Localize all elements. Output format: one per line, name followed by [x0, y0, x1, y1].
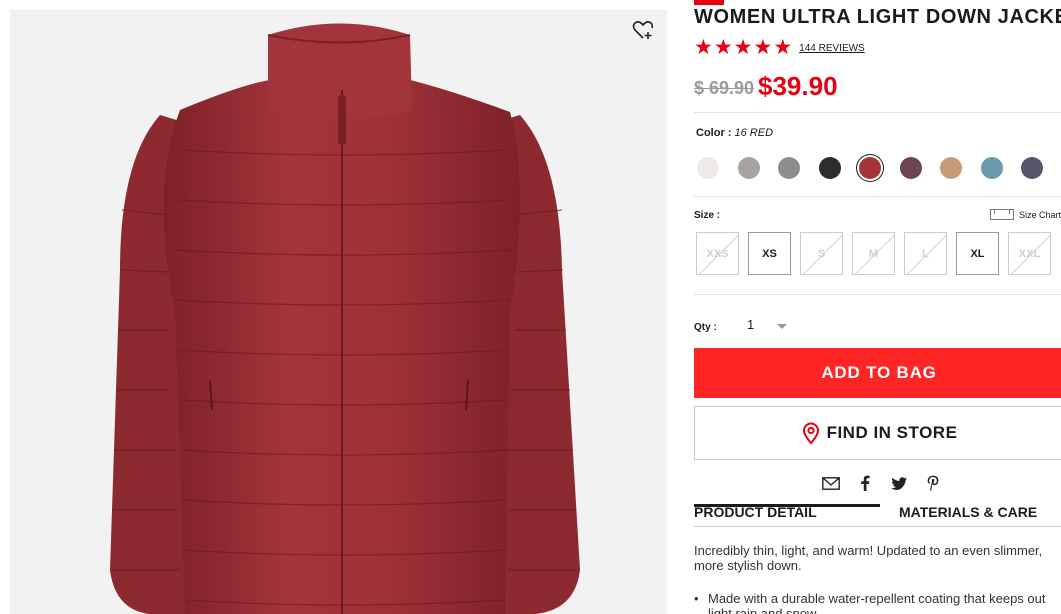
product-info-panel: WOMEN ULTRA LIGHT DOWN JACKET ★ ★ ★ ★ ★ …	[694, 0, 1061, 614]
sale-price: $39.90	[758, 71, 838, 101]
qty-label: Qty :	[694, 322, 717, 333]
feature-bullet: Made with a durable water-repellent coat…	[694, 591, 1061, 614]
color-swatches	[697, 155, 1057, 181]
selected-color: 16 RED	[734, 127, 774, 139]
color-swatch[interactable]	[1021, 157, 1043, 179]
ruler-icon	[990, 209, 1014, 220]
product-description: Incredibly thin, light, and warm! Update…	[694, 543, 1043, 573]
size-option-m[interactable]: M	[852, 232, 895, 275]
qty-select[interactable]: 1	[747, 317, 797, 337]
chevron-down-icon	[777, 324, 787, 329]
reviews-link[interactable]: 144 REVIEWS	[799, 43, 865, 54]
original-price: $ 69.90	[694, 78, 755, 98]
size-option-xs[interactable]: XS	[748, 232, 791, 275]
size-chart-label: Size Chart	[1019, 209, 1061, 220]
add-to-bag-button[interactable]: ADD TO BAG	[694, 348, 1061, 398]
product-title: WOMEN ULTRA LIGHT DOWN JACKET	[694, 6, 1061, 28]
qty-value: 1	[747, 317, 755, 332]
star-icon: ★	[713, 36, 733, 59]
color-swatch[interactable]	[778, 157, 800, 179]
size-option-xl[interactable]: XL	[956, 232, 999, 275]
size-option-s[interactable]: S	[800, 232, 843, 275]
color-swatch[interactable]	[818, 157, 841, 179]
mail-icon[interactable]	[821, 474, 841, 492]
divider	[694, 294, 1061, 295]
divider	[694, 112, 1061, 113]
color-swatch[interactable]	[859, 157, 881, 179]
feature-bullet-text: Made with a durable water-repellent coat…	[708, 591, 1046, 614]
twitter-icon[interactable]	[889, 474, 909, 492]
color-swatch[interactable]	[980, 157, 1003, 179]
size-options: XXS XS S M L XL XXL	[696, 232, 1061, 276]
size-option-l[interactable]: L	[904, 232, 947, 275]
rating: ★ ★ ★ ★ ★ 144 REVIEWS	[694, 36, 865, 59]
find-in-store-label: FIND IN STORE	[826, 423, 958, 442]
product-tabs: PRODUCT DETAIL MATERIALS & CARE	[694, 504, 1061, 527]
tab-materials-care[interactable]: MATERIALS & CARE	[899, 504, 1037, 520]
divider	[694, 196, 1061, 197]
color-swatch[interactable]	[697, 157, 719, 179]
product-image	[110, 23, 580, 614]
star-icon: ★	[753, 36, 773, 59]
size-chart-link[interactable]: Size Chart	[990, 209, 1061, 220]
sale-flag	[694, 0, 724, 5]
size-option-xxl[interactable]: XXL	[1008, 232, 1051, 275]
find-in-store-button[interactable]: FIND IN STORE	[694, 406, 1061, 460]
color-selector-label: Color : 16 RED	[696, 127, 773, 139]
color-swatch[interactable]	[899, 157, 922, 179]
location-pin-icon	[802, 422, 819, 444]
star-icon: ★	[733, 36, 753, 59]
pinterest-icon[interactable]	[923, 474, 943, 492]
facebook-icon[interactable]	[855, 474, 875, 492]
star-icon: ★	[694, 36, 713, 59]
share-links	[821, 474, 957, 492]
wishlist-heart-icon[interactable]	[631, 18, 655, 42]
product-image-gallery	[10, 10, 667, 614]
color-label: Color :	[696, 127, 732, 139]
active-tab-indicator	[694, 504, 880, 507]
size-label: Size :	[694, 210, 721, 221]
size-option-xxs[interactable]: XXS	[696, 232, 739, 275]
color-swatch[interactable]	[737, 157, 760, 179]
color-swatch[interactable]	[940, 157, 962, 179]
star-icon: ★	[773, 36, 793, 59]
